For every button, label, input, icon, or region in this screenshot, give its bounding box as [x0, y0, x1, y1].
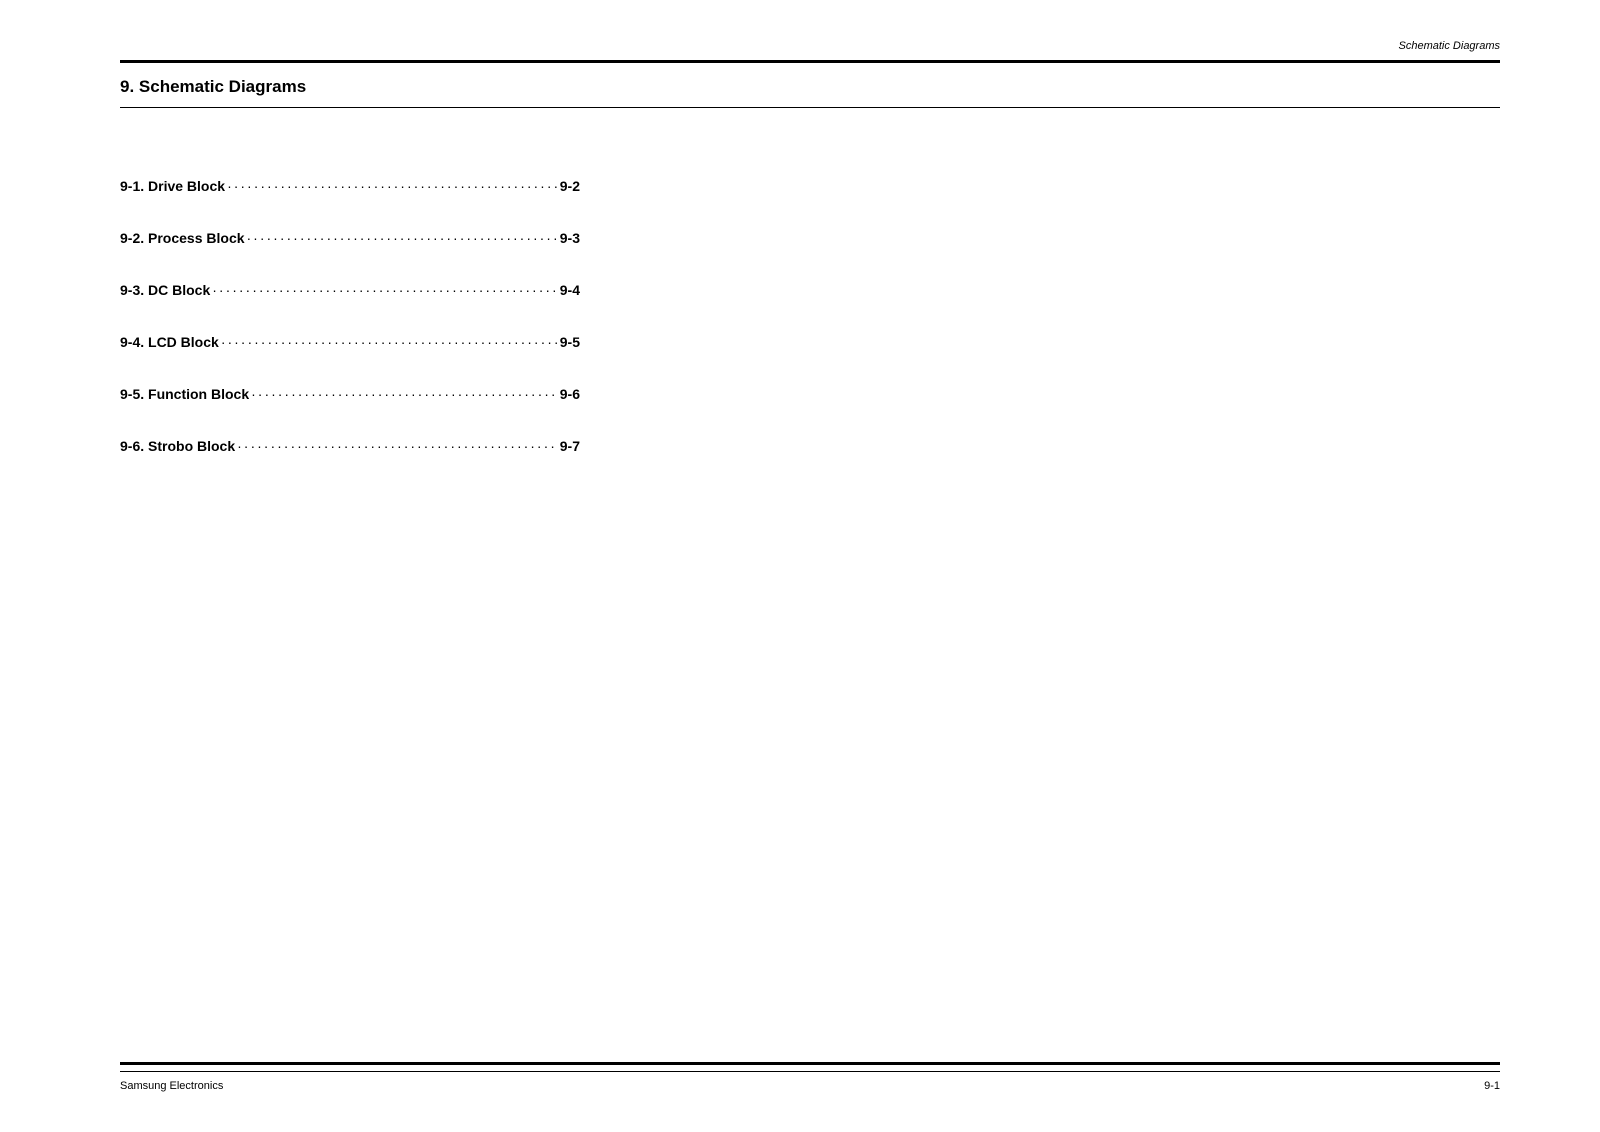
- toc-page: 9-2: [560, 178, 580, 194]
- toc-label: 9-2. Process Block: [120, 230, 245, 246]
- footer: Samsung Electronics 9-1: [120, 1072, 1500, 1092]
- section-title: 9. Schematic Diagrams: [120, 77, 1500, 97]
- page-container: Schematic Diagrams 9. Schematic Diagrams…: [0, 0, 1600, 1132]
- footer-right: 9-1: [1484, 1080, 1500, 1092]
- footer-left: Samsung Electronics: [120, 1080, 223, 1092]
- toc-page: 9-5: [560, 334, 580, 350]
- table-of-contents: 9-1. Drive Block 9-2 9-2. Process Block …: [120, 178, 580, 490]
- toc-label: 9-6. Strobo Block: [120, 438, 235, 454]
- header-rule-top: [120, 60, 1500, 63]
- toc-dots: [251, 386, 558, 402]
- section-rule: [120, 107, 1500, 108]
- toc-entry: 9-3. DC Block 9-4: [120, 282, 580, 298]
- toc-label: 9-1. Drive Block: [120, 178, 225, 194]
- toc-page: 9-6: [560, 386, 580, 402]
- toc-dots: [212, 282, 558, 298]
- toc-label: 9-3. DC Block: [120, 282, 210, 298]
- toc-dots: [227, 178, 558, 194]
- toc-dots: [237, 438, 558, 454]
- toc-entry: 9-6. Strobo Block 9-7: [120, 438, 580, 454]
- toc-label: 9-5. Function Block: [120, 386, 249, 402]
- toc-label: 9-4. LCD Block: [120, 334, 219, 350]
- toc-page: 9-7: [560, 438, 580, 454]
- toc-entry: 9-2. Process Block 9-3: [120, 230, 580, 246]
- toc-entry: 9-4. LCD Block 9-5: [120, 334, 580, 350]
- header-label: Schematic Diagrams: [120, 40, 1500, 52]
- toc-page: 9-3: [560, 230, 580, 246]
- footer-rule-wrap: Samsung Electronics 9-1: [120, 1062, 1500, 1092]
- toc-dots: [247, 230, 558, 246]
- toc-page: 9-4: [560, 282, 580, 298]
- toc-entry: 9-5. Function Block 9-6: [120, 386, 580, 402]
- toc-dots: [221, 334, 558, 350]
- toc-entry: 9-1. Drive Block 9-2: [120, 178, 580, 194]
